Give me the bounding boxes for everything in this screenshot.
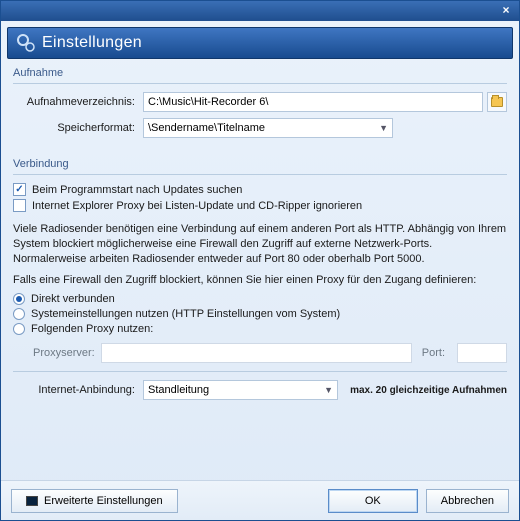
folder-icon: [491, 97, 503, 107]
radio-custom[interactable]: [13, 323, 25, 335]
info-text-2: Falls eine Firewall den Zugriff blockier…: [13, 273, 507, 288]
format-label: Speicherformat:: [13, 122, 143, 134]
cancel-label: Abbrechen: [441, 495, 494, 507]
binding-select[interactable]: Standleitung ▼: [143, 380, 338, 400]
ok-button[interactable]: OK: [328, 489, 418, 513]
section-verbindung-label: Verbindung: [13, 158, 507, 170]
proxyserver-label: Proxyserver:: [33, 347, 95, 359]
radio-system[interactable]: [13, 308, 25, 320]
cancel-button[interactable]: Abbrechen: [426, 489, 509, 513]
checkbox-updates-label: Beim Programmstart nach Updates suchen: [32, 184, 242, 196]
recdir-input[interactable]: [143, 92, 483, 112]
radio-system-label: Systemeinstellungen nutzen (HTTP Einstel…: [31, 308, 340, 320]
format-value: \Sendername\Titelname: [148, 122, 265, 134]
chevron-down-icon: ▼: [379, 123, 388, 133]
binding-value: Standleitung: [148, 384, 209, 396]
rule: [13, 371, 507, 372]
monitor-icon: [26, 496, 38, 506]
titlebar: ×: [1, 1, 519, 21]
browse-folder-button[interactable]: [487, 92, 507, 112]
max-recordings-text: max. 20 gleichzeitige Aufnahmen: [350, 385, 507, 396]
checkbox-updates[interactable]: [13, 183, 26, 196]
recdir-label: Aufnahmeverzeichnis:: [13, 96, 143, 108]
footer: Erweiterte Einstellungen OK Abbrechen: [1, 480, 519, 520]
rule: [13, 83, 507, 84]
close-icon[interactable]: ×: [497, 3, 515, 19]
header: Einstellungen: [7, 27, 513, 59]
proxyport-label: Port:: [422, 347, 445, 359]
window-title: Einstellungen: [42, 34, 142, 52]
radio-custom-label: Folgenden Proxy nutzen:: [31, 323, 153, 335]
gear-icon: [16, 33, 36, 53]
proxyserver-input[interactable]: [101, 343, 412, 363]
format-select[interactable]: \Sendername\Titelname ▼: [143, 118, 393, 138]
proxyport-input[interactable]: [457, 343, 507, 363]
rule: [13, 174, 507, 175]
info-text-1: Viele Radiosender benötigen eine Verbind…: [13, 222, 507, 267]
advanced-settings-label: Erweiterte Einstellungen: [44, 495, 163, 507]
ok-label: OK: [365, 495, 381, 507]
radio-direct[interactable]: [13, 293, 25, 305]
binding-label: Internet-Anbindung:: [13, 384, 143, 396]
section-aufnahme-label: Aufnahme: [13, 67, 507, 79]
checkbox-ieproxy[interactable]: [13, 199, 26, 212]
radio-direct-label: Direkt verbunden: [31, 293, 115, 305]
advanced-settings-button[interactable]: Erweiterte Einstellungen: [11, 489, 178, 513]
chevron-down-icon: ▼: [324, 385, 333, 395]
checkbox-ieproxy-label: Internet Explorer Proxy bei Listen-Updat…: [32, 200, 362, 212]
